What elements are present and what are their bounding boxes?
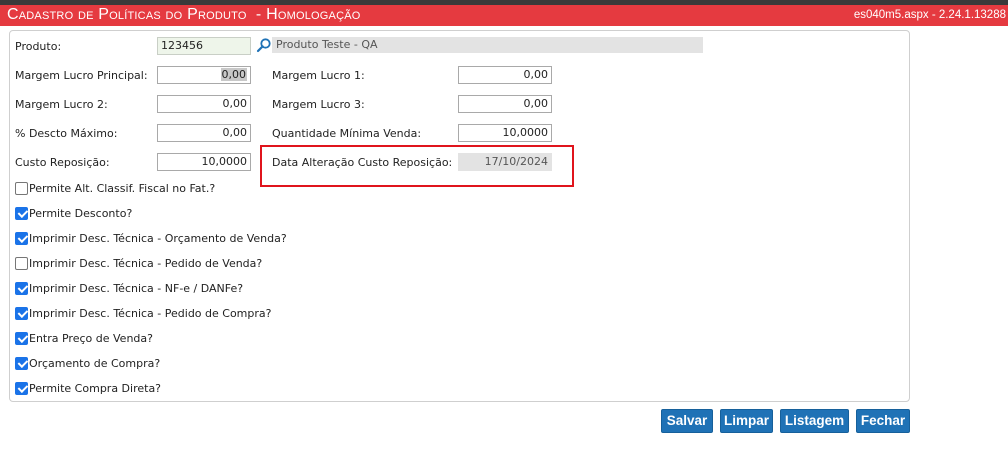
form-panel xyxy=(9,30,910,402)
checkbox-label: Imprimir Desc. Técnica - Pedido de Compr… xyxy=(29,306,272,320)
produto-code-input[interactable]: 123456 xyxy=(157,37,251,55)
checkbox-label: Imprimir Desc. Técnica - Orçamento de Ve… xyxy=(29,231,287,245)
margem-lucro-principal-label: Margem Lucro Principal: xyxy=(15,69,148,82)
checkbox-entra-preco-venda[interactable] xyxy=(15,331,28,345)
checkbox-row-imprimir-desc-orcamento-venda[interactable]: Imprimir Desc. Técnica - Orçamento de Ve… xyxy=(15,230,287,246)
checkbox-row-permite-desconto[interactable]: Permite Desconto? xyxy=(15,205,132,221)
quantidade-minima-venda-input[interactable]: 10,0000 xyxy=(458,124,552,142)
desconto-maximo-label: % Descto Máximo: xyxy=(15,127,118,140)
checkbox-permite-alt-classif-fiscal[interactable] xyxy=(15,181,28,195)
limpar-button[interactable]: Limpar xyxy=(720,409,773,433)
salvar-button[interactable]: Salvar xyxy=(661,409,713,433)
checkbox-imprimir-desc-orcamento-venda[interactable] xyxy=(15,231,28,245)
listagem-button[interactable]: Listagem xyxy=(780,409,849,433)
checkbox-label: Orçamento de Compra? xyxy=(29,356,161,370)
margem-lucro-1-label: Margem Lucro 1: xyxy=(272,69,365,82)
margem-lucro-3-input[interactable]: 0,00 xyxy=(458,95,552,113)
fechar-button[interactable]: Fechar xyxy=(856,409,910,433)
checkbox-row-imprimir-desc-nfe-danfe[interactable]: Imprimir Desc. Técnica - NF-e / DANFe? xyxy=(15,280,243,296)
margem-lucro-2-input[interactable]: 0,00 xyxy=(157,95,251,113)
page-version: es040m5.aspx - 2.24.1.13288 xyxy=(853,9,1006,21)
search-icon[interactable] xyxy=(256,37,272,53)
checkbox-imprimir-desc-pedido-compra[interactable] xyxy=(15,306,28,320)
page-title: Cadastro de Políticas do Produto - Homol… xyxy=(7,6,361,23)
checkbox-label: Permite Compra Direta? xyxy=(29,381,162,395)
quantidade-minima-venda-label: Quantidade Mínima Venda: xyxy=(272,127,422,140)
checkbox-imprimir-desc-nfe-danfe[interactable] xyxy=(15,281,28,295)
produto-label: Produto: xyxy=(15,40,62,53)
checkbox-row-orcamento-compra[interactable]: Orçamento de Compra? xyxy=(15,355,160,371)
checkbox-imprimir-desc-pedido-venda[interactable] xyxy=(15,256,28,270)
checkbox-row-imprimir-desc-pedido-compra[interactable]: Imprimir Desc. Técnica - Pedido de Compr… xyxy=(15,305,271,321)
highlight-box xyxy=(260,145,574,187)
checkbox-label: Permite Alt. Classif. Fiscal no Fat.? xyxy=(29,181,216,195)
checkbox-row-permite-alt-classif-fiscal[interactable]: Permite Alt. Classif. Fiscal no Fat.? xyxy=(15,180,215,196)
margem-lucro-principal-input[interactable]: 0,00 xyxy=(157,66,251,84)
custo-reposicao-input[interactable]: 10,0000 xyxy=(157,153,251,171)
produto-description-field: Produto Teste - QA xyxy=(272,37,703,53)
checkbox-label: Imprimir Desc. Técnica - NF-e / DANFe? xyxy=(29,281,244,295)
checkbox-permite-desconto[interactable] xyxy=(15,206,28,220)
title-bar: Cadastro de Políticas do Produto - Homol… xyxy=(0,5,1008,26)
custo-reposicao-label: Custo Reposição: xyxy=(15,156,110,169)
checkbox-permite-compra-direta[interactable] xyxy=(15,381,28,395)
margem-lucro-principal-value: 0,00 xyxy=(220,68,247,81)
checkbox-label: Imprimir Desc. Técnica - Pedido de Venda… xyxy=(29,256,263,270)
margem-lucro-3-label: Margem Lucro 3: xyxy=(272,98,365,111)
checkbox-row-entra-preco-venda[interactable]: Entra Preço de Venda? xyxy=(15,330,153,346)
checkbox-label: Entra Preço de Venda? xyxy=(29,331,153,345)
margem-lucro-1-input[interactable]: 0,00 xyxy=(458,66,552,84)
margem-lucro-2-label: Margem Lucro 2: xyxy=(15,98,108,111)
checkbox-label: Permite Desconto? xyxy=(29,206,133,220)
checkbox-row-imprimir-desc-pedido-venda[interactable]: Imprimir Desc. Técnica - Pedido de Venda… xyxy=(15,255,262,271)
checkbox-orcamento-compra[interactable] xyxy=(15,356,28,370)
desconto-maximo-input[interactable]: 0,00 xyxy=(157,124,251,142)
checkbox-row-permite-compra-direta[interactable]: Permite Compra Direta? xyxy=(15,380,161,396)
